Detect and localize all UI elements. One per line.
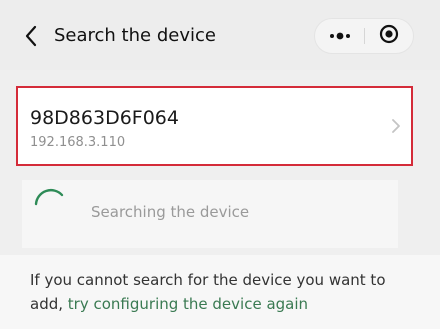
close-button[interactable]	[365, 19, 413, 53]
page-title: Search the device	[54, 25, 216, 46]
searching-status-text: Searching the device	[91, 203, 250, 221]
reconfigure-device-link[interactable]: try configuring the device again	[68, 295, 308, 313]
device-list-item[interactable]: 98D863D6F064 192.168.3.110	[16, 86, 413, 166]
mini-program-capsule	[314, 18, 414, 54]
help-message: If you cannot search for the device you …	[30, 268, 415, 316]
title-bar: Search the device	[0, 0, 440, 70]
device-name: 98D863D6F064	[30, 107, 179, 129]
help-box: If you cannot search for the device you …	[0, 255, 440, 329]
back-button[interactable]	[18, 22, 44, 50]
search-status-inner: Searching the device	[22, 180, 398, 248]
search-status-panel: Searching the device	[22, 180, 406, 248]
chevron-right-icon	[391, 118, 401, 139]
device-ip: 192.168.3.110	[30, 135, 126, 150]
more-menu-button[interactable]	[315, 19, 364, 53]
chevron-left-icon	[24, 25, 38, 47]
more-dots-icon	[329, 27, 351, 45]
loading-spinner-icon	[30, 186, 70, 231]
target-circle-icon	[379, 24, 399, 49]
